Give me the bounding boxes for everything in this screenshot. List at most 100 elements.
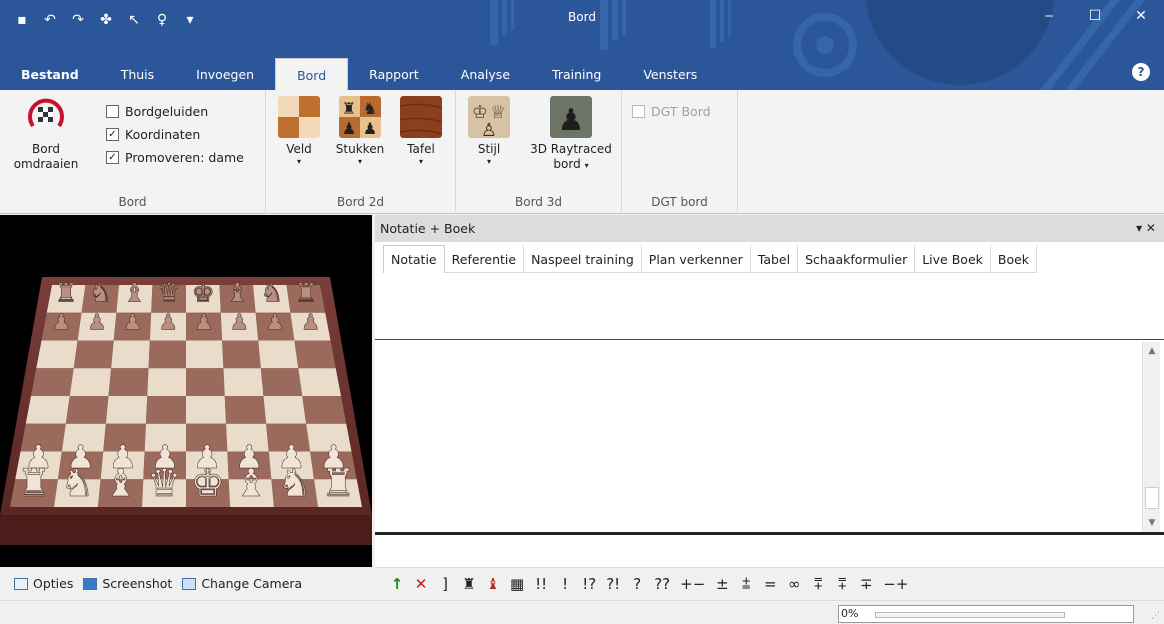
board-square[interactable] (294, 340, 336, 369)
chess-piece[interactable]: ♟ (51, 310, 72, 336)
chess-piece[interactable]: ♟ (122, 310, 143, 336)
tab-boek[interactable]: Boek (991, 245, 1038, 273)
ribbon-tab-analyse[interactable]: Analyse (440, 58, 531, 90)
board-square[interactable] (302, 396, 347, 424)
board-square[interactable] (145, 396, 186, 424)
checkbox-dgt-bord[interactable]: DGT Bord (632, 104, 711, 119)
scroll-thumb[interactable] (1145, 487, 1159, 509)
ribbon-tab-bestand[interactable]: Bestand (0, 58, 100, 90)
board-square[interactable] (108, 368, 149, 396)
chess-piece[interactable]: ♟ (229, 310, 250, 336)
chess-piece[interactable]: ♞ (277, 461, 312, 506)
annotation-blunder-button[interactable]: ?? (649, 575, 675, 593)
change-camera-button[interactable]: Change Camera (182, 576, 302, 591)
board-square[interactable] (186, 396, 227, 424)
tafel-button[interactable]: Tafel ▾ (396, 96, 446, 167)
ribbon-tab-training[interactable]: Training (531, 58, 622, 90)
chess-piece[interactable]: ♞ (88, 278, 112, 309)
tab-live-boek[interactable]: Live Boek (915, 245, 991, 273)
tab-plan-verkenner[interactable]: Plan verkenner (642, 245, 751, 273)
annotation-equal-button[interactable]: = (758, 575, 782, 593)
annotation-mistake-button[interactable]: ? (625, 575, 649, 593)
opties-button[interactable]: Opties (14, 576, 73, 591)
tab-tabel[interactable]: Tabel (751, 245, 799, 273)
ribbon-tab-vensters[interactable]: Vensters (622, 58, 718, 90)
chess-piece[interactable]: ♞ (60, 461, 95, 506)
board-square[interactable] (148, 340, 186, 369)
pane-controls[interactable]: ▾ ✕ (1136, 221, 1156, 235)
tab-notatie[interactable]: Notatie (383, 245, 445, 273)
ribbon-tab-thuis[interactable]: Thuis (100, 58, 175, 90)
chess-piece[interactable]: ♞ (260, 278, 284, 309)
annotation-white-wins-button[interactable]: +− (675, 575, 710, 593)
board-square[interactable] (263, 396, 307, 424)
chess-piece[interactable]: ♟ (300, 310, 321, 336)
annotation-black-better-button[interactable]: ∓ (854, 575, 878, 593)
annotation-unclear-button[interactable]: ∞ (782, 575, 806, 593)
raytraced-board-button[interactable]: ♟ 3D Raytraced bord ▾ (526, 96, 616, 172)
notation-text-area[interactable] (375, 342, 1141, 532)
scroll-up-icon[interactable]: ▲ (1143, 342, 1161, 360)
board-square[interactable] (223, 368, 264, 396)
annotation-interesting-button[interactable]: !? (577, 575, 601, 593)
annotation-good-button[interactable]: ! (553, 575, 577, 593)
chess-piece[interactable]: ♜ (54, 278, 78, 309)
annotation-black-slightly-button[interactable]: ⩱ (830, 575, 854, 593)
board-square[interactable] (105, 396, 148, 424)
resize-grip-icon[interactable]: ⋰ (1151, 611, 1160, 621)
chess-piece[interactable]: ♝ (234, 461, 269, 506)
annotation-white-slightly-button[interactable]: ⩲ (734, 575, 758, 593)
help-icon[interactable]: ? (1132, 63, 1150, 81)
board-square[interactable] (224, 396, 267, 424)
checkbox-bordgeluiden[interactable]: Bordgeluiden (106, 104, 208, 119)
board-3d-view[interactable]: ♜ ♟ ♞ ♟ ♝ ♟ ♛ ♟ ♚ ♟ ♝ ♟ ♞ ♟ ♜ ♟ ♟ ♜ ♟ ♞ ♟ ♝ ♟ ♛ ♟ ♚ ♟ ♝ ♟ ♞ ♟ ♜ (0, 215, 372, 567)
chess-piece[interactable]: ♚ (190, 461, 225, 506)
board-square[interactable] (73, 340, 114, 369)
board-square[interactable] (65, 396, 109, 424)
annotation-white-better-button[interactable]: ± (710, 575, 734, 593)
notation-scrollbar[interactable]: ▲ ▼ (1142, 342, 1160, 532)
board-square[interactable] (31, 368, 74, 396)
annotation-bracket-button[interactable]: ] (433, 575, 457, 593)
chess-piece[interactable]: ♛ (147, 461, 182, 506)
stukken-button[interactable]: ♜ ♞ ♟ ♟ Stukken ▾ (330, 96, 390, 167)
notation-lower-area[interactable] (375, 535, 1164, 567)
notation-header-area[interactable] (375, 273, 1164, 340)
board-square[interactable] (260, 368, 303, 396)
annotation-piece-a-button[interactable]: ♜ (457, 575, 481, 593)
flip-board-button[interactable]: Bord omdraaien (6, 96, 86, 172)
board-square[interactable] (25, 396, 70, 424)
annotation-piece-b-button[interactable]: ♝ (481, 575, 505, 593)
chess-piece[interactable]: ♟ (265, 310, 285, 336)
board-square[interactable] (186, 340, 224, 369)
checkbox-koordinaten[interactable]: ✓ Koordinaten (106, 127, 200, 142)
tab-schaakformulier[interactable]: Schaakformulier (798, 245, 916, 273)
chess-piece[interactable]: ♜ (321, 461, 356, 506)
board-square[interactable] (111, 340, 150, 369)
chess-piece[interactable]: ♜ (294, 278, 318, 309)
annotation-arrow-up-button[interactable]: ↑ (385, 575, 409, 593)
chess-piece[interactable]: ♚ (191, 278, 215, 309)
annotation-dubious-button[interactable]: ?! (601, 575, 625, 593)
close-button[interactable]: ✕ (1118, 0, 1164, 32)
ribbon-tab-invoegen[interactable]: Invoegen (175, 58, 275, 90)
tab-naspeel-training[interactable]: Naspeel training (524, 245, 642, 273)
checkbox-promoveren[interactable]: ✓ Promoveren: dame (106, 150, 244, 165)
maximize-button[interactable]: ☐ (1072, 0, 1118, 32)
scroll-down-icon[interactable]: ▼ (1143, 514, 1161, 532)
annotation-board-button[interactable]: ▦ (505, 575, 529, 593)
veld-button[interactable]: Veld ▾ (274, 96, 324, 167)
annotation-delete-button[interactable]: ✕ (409, 575, 433, 593)
screenshot-button[interactable]: Screenshot (83, 576, 172, 591)
chess-piece[interactable]: ♟ (194, 310, 214, 336)
chess-piece[interactable]: ♛ (157, 278, 181, 309)
stijl-button[interactable]: ♔ ♕ ♙ Stijl ▾ (464, 96, 514, 167)
annotation-brilliant-button[interactable]: !! (529, 575, 553, 593)
chess-piece[interactable]: ♝ (103, 461, 138, 506)
board-square[interactable] (298, 368, 341, 396)
board-square[interactable] (186, 368, 225, 396)
chess-piece[interactable]: ♝ (226, 278, 250, 309)
annotation-black-wins-button[interactable]: −+ (878, 575, 913, 593)
minimize-button[interactable]: ‒ (1026, 0, 1072, 32)
board-square[interactable] (147, 368, 186, 396)
